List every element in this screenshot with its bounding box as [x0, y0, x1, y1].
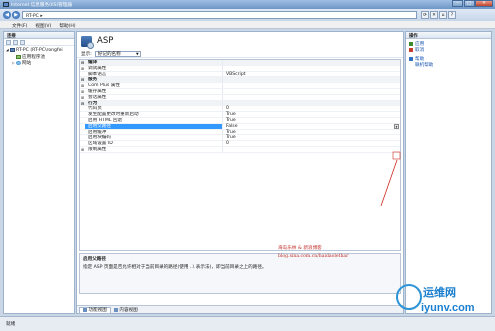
watermark: 海岛乐林 & 新浪博客 blog.sina.com.cn/haidaoletha… [278, 245, 348, 261]
watermark-line1: 海岛乐林 & 新浪博客 [278, 246, 322, 251]
logo-en: iyunv.com [421, 302, 475, 314]
logo-cn: 运维网 [423, 286, 456, 299]
watermark-line2: blog.sina.com.cn/haidaolethar [278, 254, 349, 259]
site-logo: 运维网 iyunv.com [396, 282, 492, 324]
logo-mark-icon [396, 284, 422, 310]
